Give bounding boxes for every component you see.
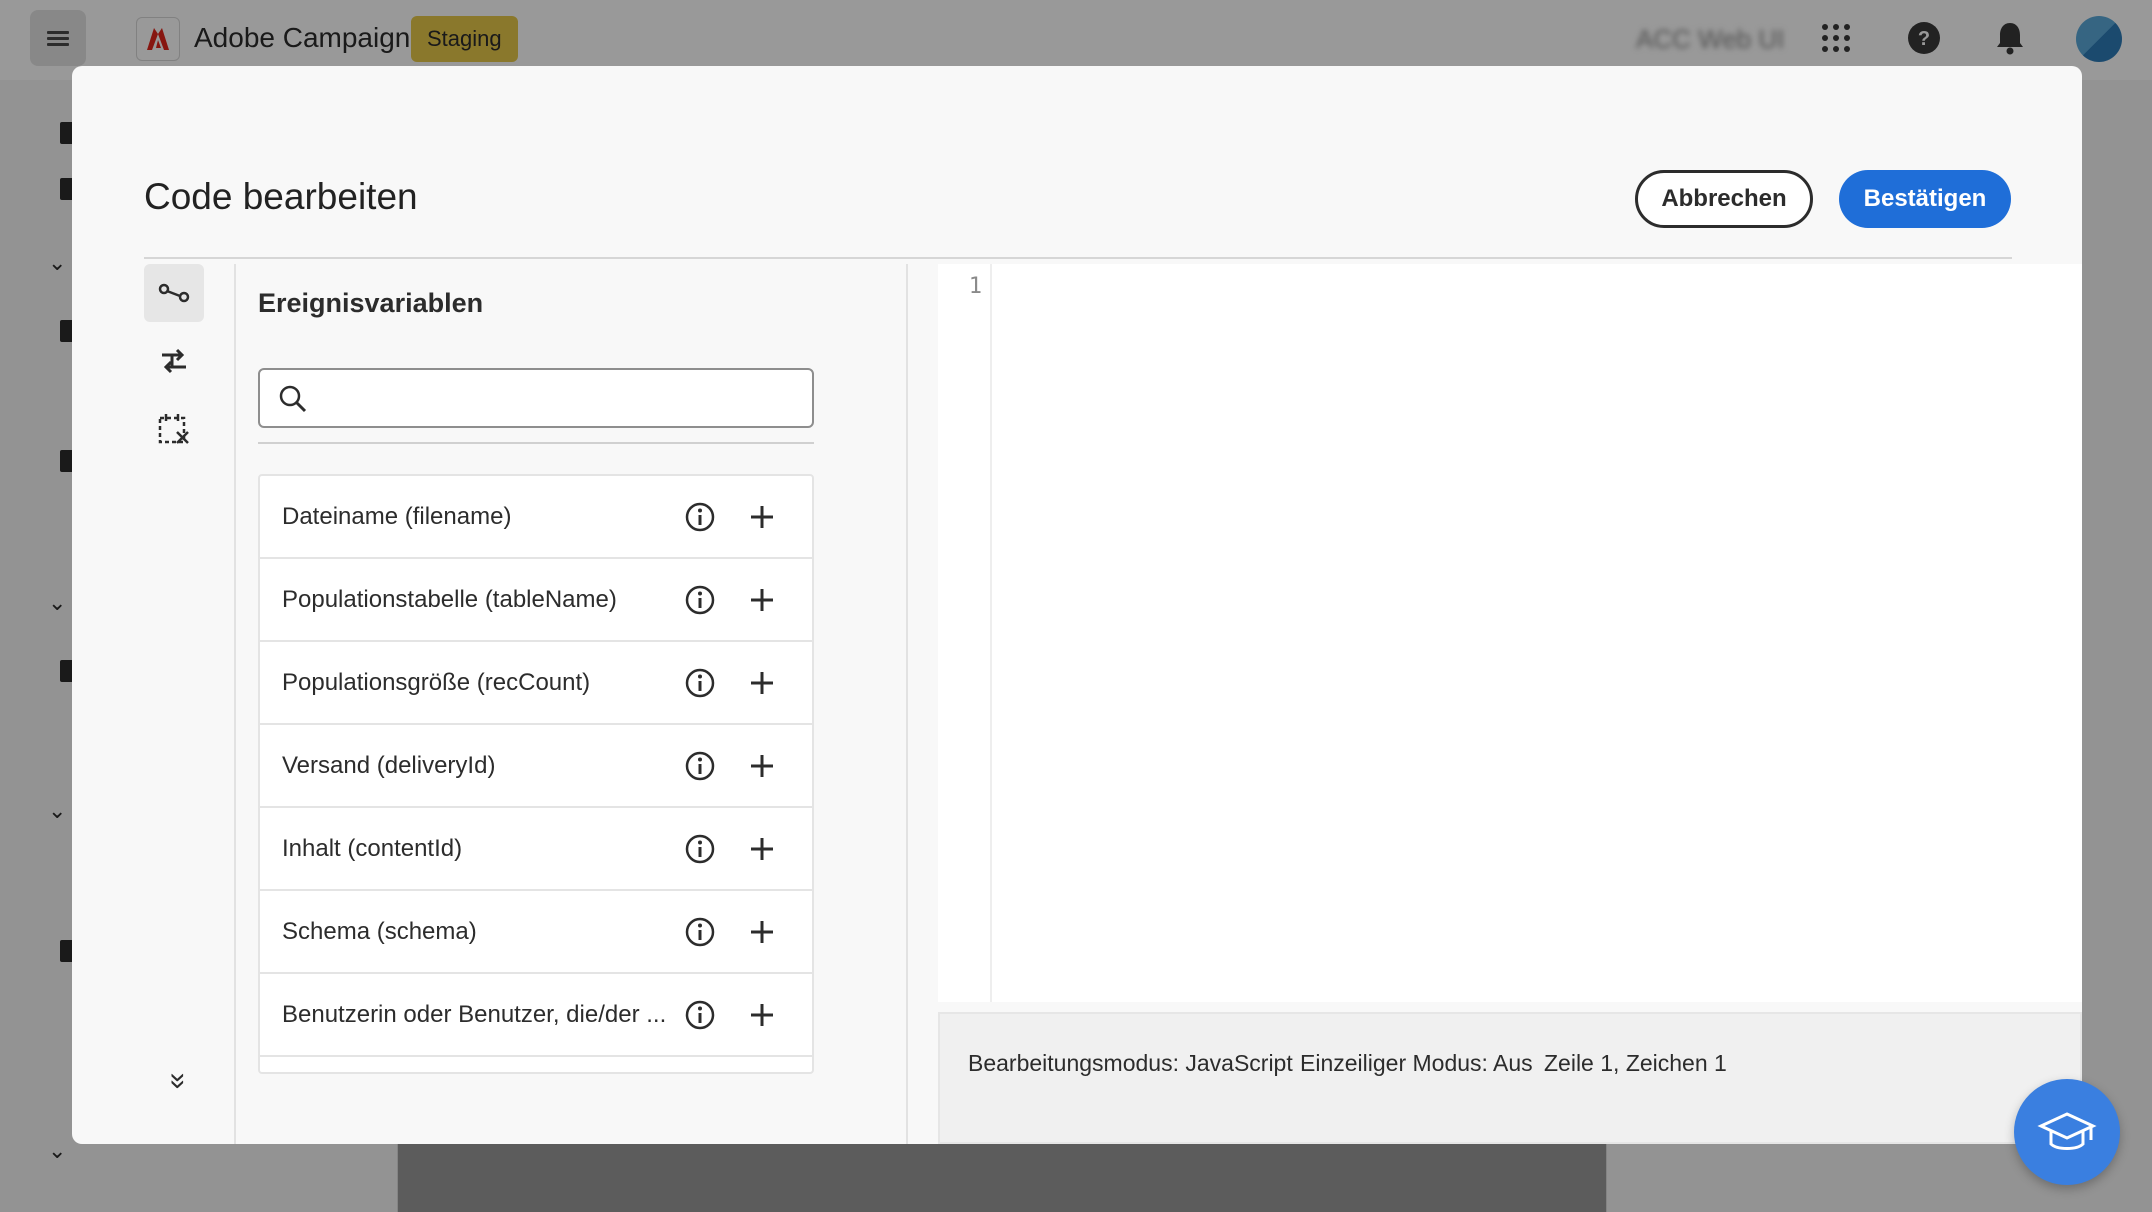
- variable-label: Benutzerin oder Benutzer, die/der ...: [282, 1000, 667, 1028]
- variable-label: Inhalt (contentId): [282, 834, 463, 862]
- plus-icon[interactable]: [748, 669, 776, 697]
- plus-icon[interactable]: [748, 1001, 776, 1029]
- search-input[interactable]: [320, 380, 800, 418]
- event-variables-icon[interactable]: [144, 264, 204, 322]
- variable-row[interactable]: Inhalt (contentId): [260, 808, 812, 891]
- title-divider: [144, 257, 2012, 259]
- info-icon[interactable]: [684, 916, 716, 948]
- variable-row[interactable]: Benutzerin oder Benutzer, die/der ...: [260, 974, 812, 1057]
- variable-row[interactable]: Populationsgröße (recCount): [260, 642, 812, 725]
- transition-icon[interactable]: [144, 332, 204, 390]
- info-icon[interactable]: [684, 999, 716, 1031]
- code-editor[interactable]: 1: [938, 264, 2082, 1002]
- info-icon[interactable]: [684, 667, 716, 699]
- variable-row[interactable]: Populationstabelle (tableName): [260, 559, 812, 642]
- variable-list: Dateiname (filename) Populationstabelle (…: [258, 474, 814, 1074]
- editing-mode-status: Bearbeitungsmodus: JavaScript: [968, 1050, 1293, 1076]
- confirm-button[interactable]: Bestätigen: [1839, 170, 2011, 228]
- panel-divider: [258, 442, 814, 444]
- cursor-position-status: Zeile 1, Zeichen 1: [1544, 1050, 1727, 1076]
- editor-status-bar: Bearbeitungsmodus: JavaScript Einzeilige…: [938, 1012, 2082, 1144]
- variables-panel: Ereignisvariablen Dateiname (filename) Po…: [258, 264, 908, 1144]
- info-icon[interactable]: [684, 750, 716, 782]
- panel-heading: Ereignisvariablen: [258, 288, 484, 318]
- learning-help-button[interactable]: [2014, 1079, 2120, 1185]
- search-icon: [278, 384, 308, 419]
- variable-row[interactable]: Versand (deliveryId): [260, 725, 812, 808]
- edit-code-dialog: Code bearbeiten Abbrechen Bestätigen » E…: [72, 66, 2082, 1144]
- dialog-title: Code bearbeiten: [144, 176, 418, 217]
- variable-label: Dateiname (filename): [282, 502, 512, 530]
- info-icon[interactable]: [684, 833, 716, 865]
- search-field[interactable]: [258, 368, 814, 428]
- date-function-icon[interactable]: [144, 400, 204, 458]
- variable-label: Versand (deliveryId): [282, 751, 496, 779]
- plus-icon[interactable]: [748, 503, 776, 531]
- info-icon[interactable]: [684, 584, 716, 616]
- function-category-rail: »: [144, 264, 236, 1144]
- cancel-button[interactable]: Abbrechen: [1635, 170, 1813, 228]
- plus-icon[interactable]: [748, 752, 776, 780]
- variable-label: Schema (schema): [282, 917, 477, 945]
- line-number: 1: [968, 274, 982, 299]
- collapse-icon[interactable]: »: [161, 1073, 195, 1090]
- variable-label: Populationstabelle (tableName): [282, 585, 617, 613]
- plus-icon[interactable]: [748, 835, 776, 863]
- plus-icon[interactable]: [748, 918, 776, 946]
- plus-icon[interactable]: [748, 586, 776, 614]
- info-icon[interactable]: [684, 501, 716, 533]
- variable-row[interactable]: Dateiname (filename): [260, 476, 812, 559]
- variable-label: Populationsgröße (recCount): [282, 668, 591, 696]
- variable-row[interactable]: Schema (schema): [260, 891, 812, 974]
- graduation-cap-icon: [2037, 1112, 2097, 1150]
- line-gutter: 1: [938, 264, 992, 1002]
- single-line-mode-status: Einzeiliger Modus: Aus: [1300, 1050, 1533, 1076]
